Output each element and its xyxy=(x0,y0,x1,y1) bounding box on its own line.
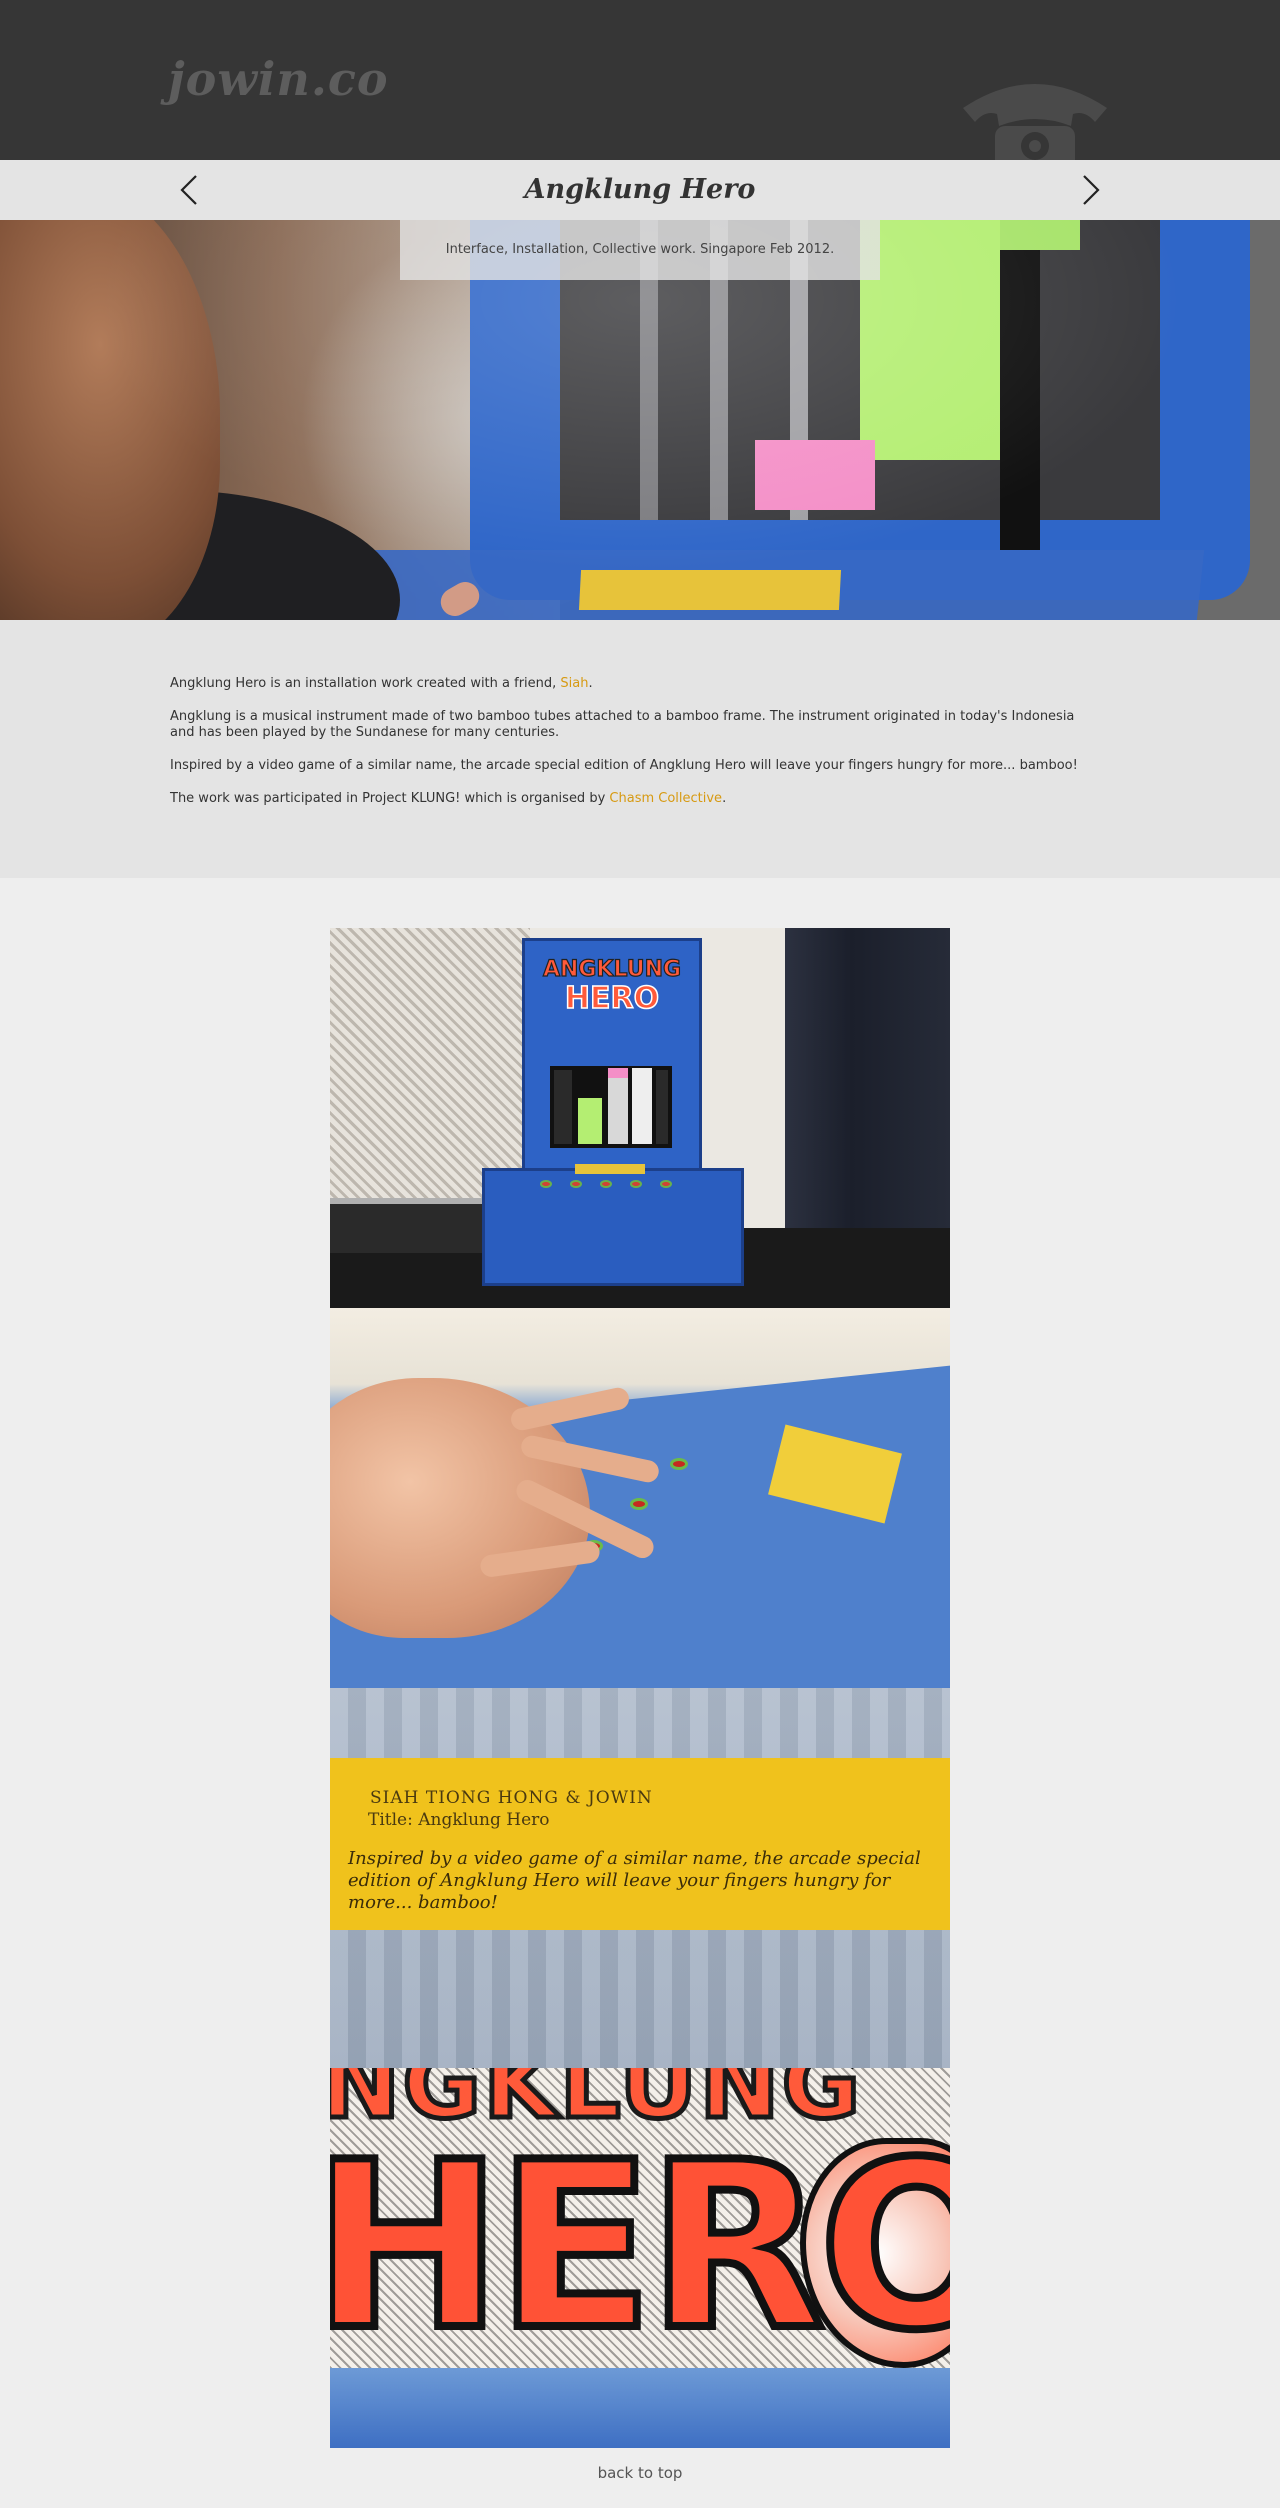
back-to-top-link[interactable]: back to top xyxy=(0,2464,1280,2482)
siah-link[interactable]: Siah xyxy=(560,676,588,691)
chasm-collective-link[interactable]: Chasm Collective xyxy=(609,791,722,806)
project-description: Angklung Hero is an installation work cr… xyxy=(0,620,1280,878)
project-title-bar: Angklung Hero xyxy=(0,160,1280,220)
angklung-hero-sign: ANGKLUNG HERO xyxy=(542,956,681,1016)
gallery-photo-hero-lettering: NGKLUNG HERO xyxy=(330,2068,950,2448)
site-header: jowin.co xyxy=(0,0,1280,160)
site-logo[interactable]: jowin.co xyxy=(168,52,389,106)
description-paragraph: Inspired by a video game of a similar na… xyxy=(170,758,1078,773)
arcade-screen xyxy=(550,1066,672,1148)
project-caption: Interface, Installation, Collective work… xyxy=(400,220,880,280)
phone-icon[interactable] xyxy=(955,70,1115,160)
description-paragraph: Angklung Hero is an installation work cr… xyxy=(170,676,593,691)
svg-text:HERO: HERO xyxy=(565,981,659,1016)
hero-image: Interface, Installation, Collective work… xyxy=(0,220,1280,620)
gallery-photo-placard: SIAH TIONG HONG & JOWIN Title: Angklung … xyxy=(330,1688,950,2068)
svg-text:ANGKLUNG: ANGKLUNG xyxy=(543,957,681,982)
next-project-chevron-right-icon[interactable] xyxy=(1072,172,1108,208)
description-paragraph: Angklung is a musical instrument made of… xyxy=(170,709,1075,740)
gallery-photo-hands-on-buttons xyxy=(330,1308,950,1688)
photo-gallery: ANGKLUNG HERO SIAH TIONG HONG & JOWIN Ti… xyxy=(330,928,950,2448)
description-paragraph: The work was participated in Project KLU… xyxy=(170,791,727,806)
gallery-photo-arcade-cabinet: ANGKLUNG HERO xyxy=(330,928,950,1308)
hero-lettering: HERO xyxy=(330,2114,950,2381)
